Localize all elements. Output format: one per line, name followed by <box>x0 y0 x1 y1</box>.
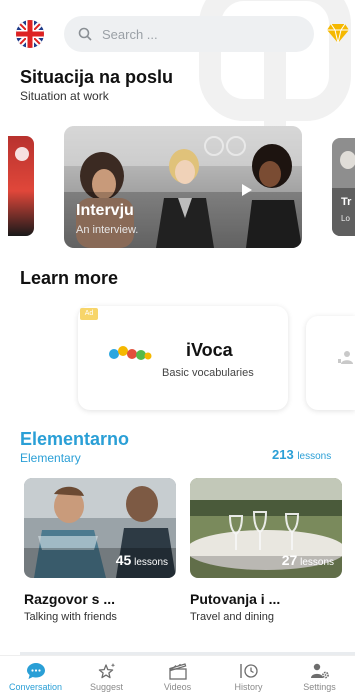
users-icon <box>338 351 353 364</box>
card-lesson-label: lessons <box>300 557 334 568</box>
ad-subtitle: Basic vocabularies <box>162 367 254 379</box>
bottom-navigation: Conversation Suggest Videos History Sett… <box>0 655 355 692</box>
card-lesson-number: 45 <box>115 552 132 568</box>
lessons-count-number: 213 <box>272 447 294 462</box>
carousel-card-previous[interactable] <box>8 136 34 236</box>
search-placeholder: Search ... <box>102 26 158 42</box>
card-subtitle: An interview. <box>76 224 139 236</box>
lesson-card-title: Putovanja i ... <box>190 591 281 607</box>
nav-tab-conversation[interactable]: Conversation <box>0 656 71 692</box>
section-title-learn-more: Learn more <box>20 268 119 288</box>
card-lesson-count: 45 lessons <box>116 552 168 568</box>
premium-gem-icon[interactable] <box>326 22 350 44</box>
ad-badge: Ad <box>80 308 98 320</box>
lesson-card-title: Razgovor s ... <box>24 591 116 607</box>
lesson-card-talking-with-friends[interactable]: 45 lessons <box>24 478 176 578</box>
card-lesson-number: 27 <box>281 552 298 568</box>
nav-tab-videos[interactable]: Videos <box>142 656 213 692</box>
search-icon <box>78 27 92 41</box>
sparkle-star-icon <box>98 663 115 679</box>
nav-label: Suggest <box>89 682 124 692</box>
card-lesson-count: 27 lessons <box>282 552 334 568</box>
nav-label: Conversation <box>8 682 63 692</box>
lesson-card-subtitle: Travel and dining <box>190 611 274 623</box>
top-bar: Search ... <box>0 0 355 62</box>
ad-title: iVoca <box>186 340 233 360</box>
nav-label: Videos <box>163 682 192 692</box>
uk-flag-icon[interactable] <box>16 20 44 48</box>
card-title: Intervju <box>76 202 134 219</box>
clapperboard-icon <box>168 663 187 680</box>
ivoca-logo-icon <box>109 346 152 360</box>
clock-history-icon <box>239 664 258 678</box>
nav-label: History <box>234 682 263 692</box>
section-subtitle-work: Situation at work <box>20 89 109 103</box>
nav-tab-history[interactable]: History <box>213 656 284 692</box>
nav-label: Settings <box>303 682 336 692</box>
card-title: Tr <box>341 196 352 208</box>
user-gear-icon <box>310 663 329 679</box>
section-title-work: Situacija na poslu <box>20 67 174 87</box>
card-subtitle: Lo <box>341 214 350 223</box>
total-lessons-link[interactable]: 213 lessons <box>272 447 331 462</box>
carousel-card-interview[interactable]: Intervju An interview. <box>64 126 302 248</box>
carousel-card-next[interactable]: Tr Lo <box>332 138 355 236</box>
card-lesson-label: lessons <box>134 557 168 568</box>
lesson-card-subtitle: Talking with friends <box>24 611 117 623</box>
chat-bubble-icon <box>26 663 45 679</box>
section-subtitle-elementary: Elementary <box>20 451 81 465</box>
lesson-card-travel-and-dining[interactable]: 27 lessons <box>190 478 342 578</box>
nav-tab-settings[interactable]: Settings <box>284 656 355 692</box>
nav-tab-suggest[interactable]: Suggest <box>71 656 142 692</box>
search-input[interactable]: Search ... <box>64 16 314 52</box>
lessons-count-label: lessons <box>297 451 332 462</box>
play-icon[interactable] <box>236 180 256 200</box>
section-title-elementary: Elementarno <box>20 429 130 449</box>
